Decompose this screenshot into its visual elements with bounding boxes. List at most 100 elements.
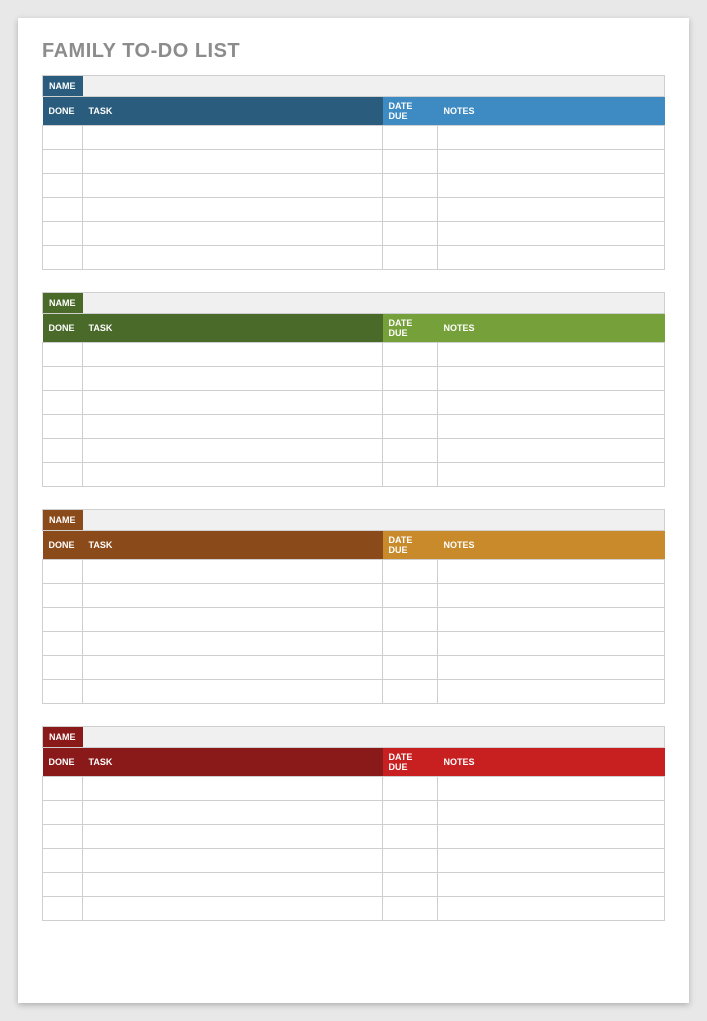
cell-date-due[interactable] [383,897,438,921]
cell-done[interactable] [43,632,83,656]
cell-notes[interactable] [438,439,665,463]
name-field[interactable] [83,727,664,747]
cell-date-due[interactable] [383,174,438,198]
cell-done[interactable] [43,463,83,487]
cell-date-due[interactable] [383,873,438,897]
cell-done[interactable] [43,777,83,801]
cell-notes[interactable] [438,198,665,222]
cell-done[interactable] [43,174,83,198]
cell-date-due[interactable] [383,656,438,680]
cell-task[interactable] [83,439,383,463]
cell-done[interactable] [43,222,83,246]
cell-task[interactable] [83,801,383,825]
cell-done[interactable] [43,560,83,584]
cell-task[interactable] [83,825,383,849]
cell-notes[interactable] [438,367,665,391]
cell-date-due[interactable] [383,343,438,367]
cell-task[interactable] [83,632,383,656]
cell-date-due[interactable] [383,150,438,174]
cell-notes[interactable] [438,608,665,632]
cell-date-due[interactable] [383,246,438,270]
cell-date-due[interactable] [383,801,438,825]
cell-notes[interactable] [438,632,665,656]
cell-done[interactable] [43,608,83,632]
cell-done[interactable] [43,391,83,415]
cell-done[interactable] [43,584,83,608]
cell-task[interactable] [83,656,383,680]
cell-task[interactable] [83,463,383,487]
cell-date-due[interactable] [383,126,438,150]
cell-done[interactable] [43,849,83,873]
cell-task[interactable] [83,608,383,632]
cell-done[interactable] [43,150,83,174]
cell-task[interactable] [83,126,383,150]
cell-done[interactable] [43,825,83,849]
cell-date-due[interactable] [383,632,438,656]
cell-done[interactable] [43,656,83,680]
cell-notes[interactable] [438,825,665,849]
cell-notes[interactable] [438,391,665,415]
cell-done[interactable] [43,415,83,439]
cell-notes[interactable] [438,777,665,801]
cell-task[interactable] [83,198,383,222]
cell-notes[interactable] [438,801,665,825]
cell-date-due[interactable] [383,777,438,801]
cell-date-due[interactable] [383,825,438,849]
cell-notes[interactable] [438,463,665,487]
cell-task[interactable] [83,174,383,198]
cell-done[interactable] [43,198,83,222]
cell-date-due[interactable] [383,439,438,463]
cell-task[interactable] [83,222,383,246]
cell-task[interactable] [83,897,383,921]
cell-task[interactable] [83,849,383,873]
cell-done[interactable] [43,897,83,921]
cell-done[interactable] [43,246,83,270]
cell-task[interactable] [83,246,383,270]
cell-task[interactable] [83,343,383,367]
cell-date-due[interactable] [383,415,438,439]
cell-task[interactable] [83,415,383,439]
cell-done[interactable] [43,439,83,463]
cell-notes[interactable] [438,873,665,897]
cell-task[interactable] [83,584,383,608]
cell-notes[interactable] [438,343,665,367]
cell-done[interactable] [43,873,83,897]
name-field[interactable] [83,510,664,530]
cell-task[interactable] [83,560,383,584]
cell-task[interactable] [83,150,383,174]
cell-notes[interactable] [438,174,665,198]
cell-task[interactable] [83,873,383,897]
cell-date-due[interactable] [383,222,438,246]
cell-notes[interactable] [438,150,665,174]
cell-done[interactable] [43,680,83,704]
cell-notes[interactable] [438,584,665,608]
cell-date-due[interactable] [383,198,438,222]
cell-date-due[interactable] [383,680,438,704]
cell-date-due[interactable] [383,584,438,608]
cell-notes[interactable] [438,656,665,680]
cell-date-due[interactable] [383,391,438,415]
cell-notes[interactable] [438,560,665,584]
cell-task[interactable] [83,680,383,704]
cell-notes[interactable] [438,897,665,921]
cell-notes[interactable] [438,246,665,270]
cell-task[interactable] [83,777,383,801]
cell-date-due[interactable] [383,463,438,487]
cell-date-due[interactable] [383,367,438,391]
cell-notes[interactable] [438,222,665,246]
cell-done[interactable] [43,801,83,825]
name-field[interactable] [83,76,664,96]
cell-done[interactable] [43,343,83,367]
cell-task[interactable] [83,391,383,415]
cell-done[interactable] [43,367,83,391]
cell-done[interactable] [43,126,83,150]
cell-task[interactable] [83,367,383,391]
cell-notes[interactable] [438,680,665,704]
cell-date-due[interactable] [383,560,438,584]
cell-notes[interactable] [438,415,665,439]
cell-date-due[interactable] [383,849,438,873]
cell-date-due[interactable] [383,608,438,632]
name-field[interactable] [83,293,664,313]
cell-notes[interactable] [438,849,665,873]
cell-notes[interactable] [438,126,665,150]
